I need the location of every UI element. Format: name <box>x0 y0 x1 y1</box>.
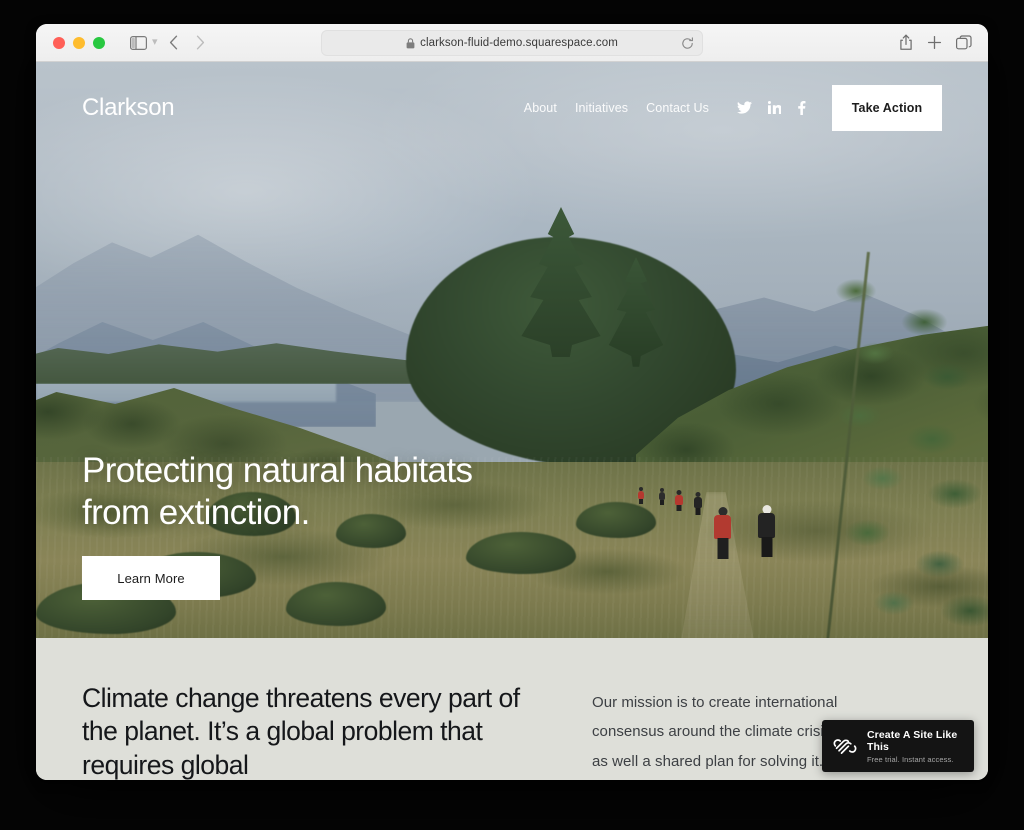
bush-3 <box>466 532 576 574</box>
facebook-icon[interactable] <box>797 100 806 115</box>
address-bar[interactable]: clarkson-fluid-demo.squarespace.com <box>321 30 703 56</box>
nav-item-contact-us[interactable]: Contact Us <box>646 101 709 115</box>
toolbar-actions <box>899 34 972 51</box>
hero-section: Clarkson About Initiatives Contact Us Ta… <box>36 62 988 638</box>
squarespace-promo-banner[interactable]: Create A Site Like This Free trial. Inst… <box>822 720 974 772</box>
site-logo[interactable]: Clarkson <box>82 94 175 122</box>
hero-heading: Protecting natural habitats from extinct… <box>82 451 473 532</box>
share-icon[interactable] <box>899 34 913 51</box>
maximize-window-button[interactable] <box>93 36 105 49</box>
browser-toolbar: ▾ clarkson-fluid-demo.squarespace.com <box>36 24 988 62</box>
hiker-near-red <box>714 507 731 559</box>
hiker-legs <box>717 538 728 559</box>
bush-5 <box>576 502 656 538</box>
mission-heading-column: Climate change threatens every part of t… <box>82 682 538 780</box>
minimize-window-button[interactable] <box>73 36 85 49</box>
linkedin-icon[interactable] <box>768 101 781 114</box>
hiker-body <box>694 497 702 508</box>
twitter-icon[interactable] <box>737 101 752 114</box>
reload-icon[interactable] <box>678 34 696 52</box>
navigation-controls: ▾ <box>125 30 214 56</box>
hiker-body <box>714 515 731 539</box>
site-header: Clarkson About Initiatives Contact Us Ta… <box>36 62 988 154</box>
hiker-legs <box>761 537 772 557</box>
url-text: clarkson-fluid-demo.squarespace.com <box>420 37 618 49</box>
sidebar-toggle-icon[interactable] <box>125 30 151 56</box>
hiker-legs <box>676 505 682 511</box>
hiker-body <box>638 491 644 499</box>
nav-item-initiatives[interactable]: Initiatives <box>575 101 628 115</box>
hiker-far-2 <box>659 488 665 505</box>
hiker-mid-2 <box>694 492 702 515</box>
plus-icon[interactable] <box>927 35 942 50</box>
social-links <box>737 100 806 115</box>
tabs-overview-icon[interactable] <box>956 35 972 50</box>
promo-subtitle: Free trial. Instant access. <box>867 754 954 764</box>
promo-text: Create A Site Like This Free trial. Inst… <box>867 729 964 764</box>
hero-content: Protecting natural habitats from extinct… <box>82 450 473 600</box>
hiker-mid-1 <box>675 490 683 511</box>
forward-arrow-icon[interactable] <box>188 30 214 56</box>
promo-title: Create A Site Like This <box>867 728 958 753</box>
nav-item-about[interactable]: About <box>524 101 557 115</box>
lock-icon <box>406 37 415 49</box>
hiker-body <box>659 492 665 500</box>
learn-more-button[interactable]: Learn More <box>82 556 220 600</box>
browser-window: ▾ clarkson-fluid-demo.squarespace.com Cl… <box>36 24 988 780</box>
main-navigation: About Initiatives Contact Us <box>524 100 806 116</box>
back-arrow-icon[interactable] <box>161 30 187 56</box>
hiker-body <box>675 495 683 505</box>
hiker-near-dark <box>758 505 775 557</box>
section-heading: Climate change threatens every part of t… <box>82 683 520 780</box>
hiker-body <box>758 513 775 538</box>
hiker-legs <box>639 499 643 504</box>
hiker-legs <box>660 500 664 505</box>
hiker-legs <box>695 508 701 515</box>
close-window-button[interactable] <box>53 36 65 49</box>
desktop-background: ▾ clarkson-fluid-demo.squarespace.com Cl… <box>0 0 1024 830</box>
page-viewport: Clarkson About Initiatives Contact Us Ta… <box>36 62 988 780</box>
foreground-vine-foliage <box>818 252 988 638</box>
chevron-down-icon[interactable]: ▾ <box>152 35 158 48</box>
hiker-far-1 <box>638 487 644 504</box>
window-controls[interactable] <box>53 36 105 49</box>
squarespace-logo-icon <box>832 733 858 759</box>
take-action-button[interactable]: Take Action <box>832 85 942 131</box>
